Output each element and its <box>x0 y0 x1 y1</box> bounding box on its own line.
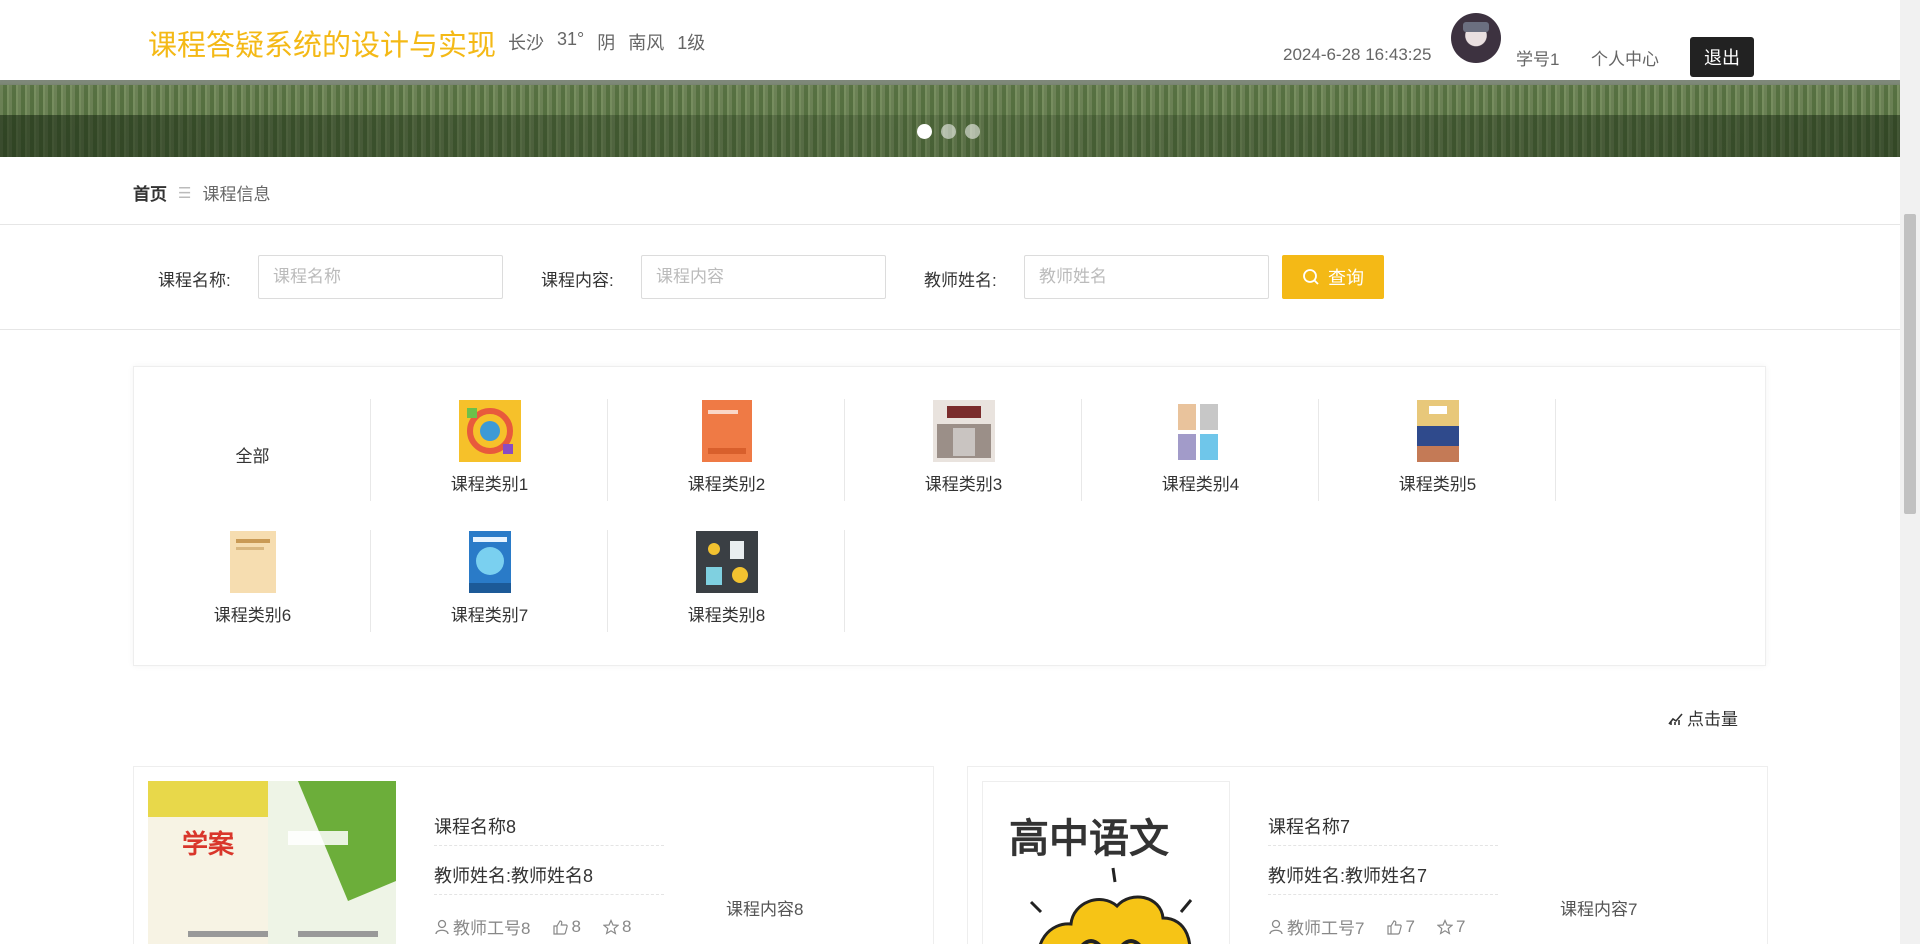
course-teacher: 教师姓名:教师姓名8 <box>434 862 664 895</box>
teacher-number: 教师工号7 <box>1268 914 1364 939</box>
category-label: 课程类别6 <box>213 606 292 625</box>
category-thumbnail <box>695 531 758 593</box>
category-label: 课程类别7 <box>450 606 529 625</box>
category-all-label: 全部 <box>235 446 270 466</box>
teacher-name-label: 教师姓名: <box>924 271 997 290</box>
category-thumbnail <box>701 400 752 462</box>
category-item[interactable]: 课程类别4 <box>1082 399 1319 501</box>
category-label: 课程类别1 <box>450 475 529 494</box>
thumbs-up-icon <box>553 919 569 935</box>
category-label: 课程类别3 <box>924 475 1003 494</box>
course-name[interactable]: 课程名称8 <box>434 813 664 846</box>
category-panel: 全部 课程类别1 课程类别2 课程类别3 课程类别4 课程类别5 课程类别6 课… <box>133 366 1766 666</box>
course-content-label: 课程内容: <box>541 271 614 290</box>
query-button-label: 查询 <box>1328 268 1364 288</box>
like-count[interactable]: 8 <box>552 914 581 939</box>
teacher-number: 教师工号8 <box>434 914 530 939</box>
weather-level: 1级 <box>677 33 706 53</box>
weather-city: 长沙 <box>508 33 544 53</box>
course-content-input[interactable] <box>641 255 886 299</box>
category-label: 课程类别5 <box>1398 475 1477 494</box>
divider <box>0 224 1900 225</box>
weather-wind: 南风 <box>628 33 665 53</box>
course-card[interactable]: 学案 课程名称8 教师姓名:教师姓名8 教师工号8 8 8 课程内容8 <box>133 766 934 944</box>
category-item[interactable]: 课程类别2 <box>608 399 845 501</box>
category-item[interactable]: 课程类别6 <box>134 530 371 632</box>
category-thumbnail <box>1416 400 1459 462</box>
favorite-count[interactable]: 7 <box>1436 914 1466 939</box>
breadcrumb-current: 课程信息 <box>202 185 271 204</box>
category-thumbnail <box>1177 404 1218 460</box>
page-scrollbar[interactable] <box>1900 0 1920 944</box>
like-count-text: 7 <box>1405 916 1415 936</box>
svg-text:学案: 学案 <box>182 829 235 860</box>
star-icon <box>602 918 619 935</box>
carousel-dot-1[interactable] <box>917 124 932 139</box>
carousel-indicators <box>917 124 980 139</box>
course-content: 课程内容8 <box>726 900 804 919</box>
category-item[interactable]: 课程类别5 <box>1319 399 1556 501</box>
category-all[interactable]: 全部 <box>134 399 371 501</box>
category-item[interactable]: 课程类别3 <box>845 399 1082 501</box>
course-name-input[interactable] <box>258 255 503 299</box>
divider <box>0 329 1900 330</box>
course-content: 课程内容7 <box>1560 900 1638 919</box>
like-count[interactable]: 7 <box>1386 914 1415 939</box>
category-label: 课程类别4 <box>1161 475 1240 494</box>
star-icon <box>1436 918 1453 935</box>
teacher-number-text: 教师工号7 <box>1287 919 1365 938</box>
search-icon <box>1303 269 1319 285</box>
category-label: 课程类别2 <box>687 475 766 494</box>
favorite-count-text: 8 <box>621 916 632 936</box>
teacher-number-text: 教师工号8 <box>453 919 531 938</box>
breadcrumb-separator: ☰ <box>178 184 192 202</box>
breadcrumb-home[interactable]: 首页 <box>133 180 167 205</box>
category-item[interactable]: 课程类别1 <box>371 399 608 501</box>
course-meta: 教师工号8 8 8 <box>434 914 631 939</box>
favorite-count[interactable]: 8 <box>602 914 632 939</box>
category-label: 课程类别8 <box>687 606 766 625</box>
carousel-dot-3[interactable] <box>965 124 980 139</box>
course-card[interactable]: 高中语文 课程名称7 教师姓名:教师姓名7 教师工号7 7 7 课程内容7 <box>967 766 1768 944</box>
current-datetime: 2024-6-28 16:43:25 <box>1283 45 1432 64</box>
teacher-name-input[interactable] <box>1024 255 1269 299</box>
profile-link[interactable]: 个人中心 <box>1591 45 1659 70</box>
site-title[interactable]: 课程答疑系统的设计与实现 <box>148 22 496 64</box>
breadcrumb: 首页 ☰ 课程信息 <box>133 180 270 205</box>
weather-info: 长沙 31° 阴 南风 1级 <box>508 29 705 55</box>
course-teacher: 教师姓名:教师姓名7 <box>1268 862 1498 895</box>
carousel-dot-2[interactable] <box>941 124 956 139</box>
user-icon <box>435 919 449 934</box>
course-name-label: 课程名称: <box>158 271 231 290</box>
sort-by-clicks[interactable]: 点击量 <box>1668 705 1738 730</box>
like-count-text: 8 <box>571 916 581 936</box>
student-id[interactable]: 学号1 <box>1516 45 1559 70</box>
course-meta: 教师工号7 7 7 <box>1268 914 1465 939</box>
course-cover: 高中语文 <box>982 781 1230 944</box>
course-cover-title: 高中语文 <box>1009 816 1169 862</box>
course-name[interactable]: 课程名称7 <box>1268 813 1498 846</box>
query-button[interactable]: 查询 <box>1282 255 1384 299</box>
favorite-count-text: 7 <box>1455 916 1466 936</box>
avatar[interactable] <box>1451 13 1501 63</box>
user-icon <box>1269 919 1283 934</box>
category-thumbnail <box>229 531 276 593</box>
category-thumbnail <box>932 400 995 462</box>
course-cover: 学案 <box>148 781 396 944</box>
category-thumbnail <box>468 531 511 593</box>
category-item[interactable]: 课程类别7 <box>371 530 608 632</box>
cloud-illustration <box>1029 867 1193 944</box>
chart-icon <box>1668 712 1683 725</box>
category-thumbnail <box>458 400 521 462</box>
page: 课程答疑系统的设计与实现 长沙 31° 阴 南风 1级 2024-6-28 16… <box>0 0 1900 944</box>
sort-label: 点击量 <box>1687 710 1738 729</box>
category-item[interactable]: 课程类别8 <box>608 530 845 632</box>
logout-button[interactable]: 退出 <box>1690 37 1754 77</box>
scrollbar-thumb[interactable] <box>1904 214 1916 514</box>
top-header: 课程答疑系统的设计与实现 长沙 31° 阴 南风 1级 2024-6-28 16… <box>0 0 1900 80</box>
weather-temp: 31° <box>557 29 585 49</box>
thumbs-up-icon <box>1387 919 1403 935</box>
weather-condition: 阴 <box>597 33 616 53</box>
